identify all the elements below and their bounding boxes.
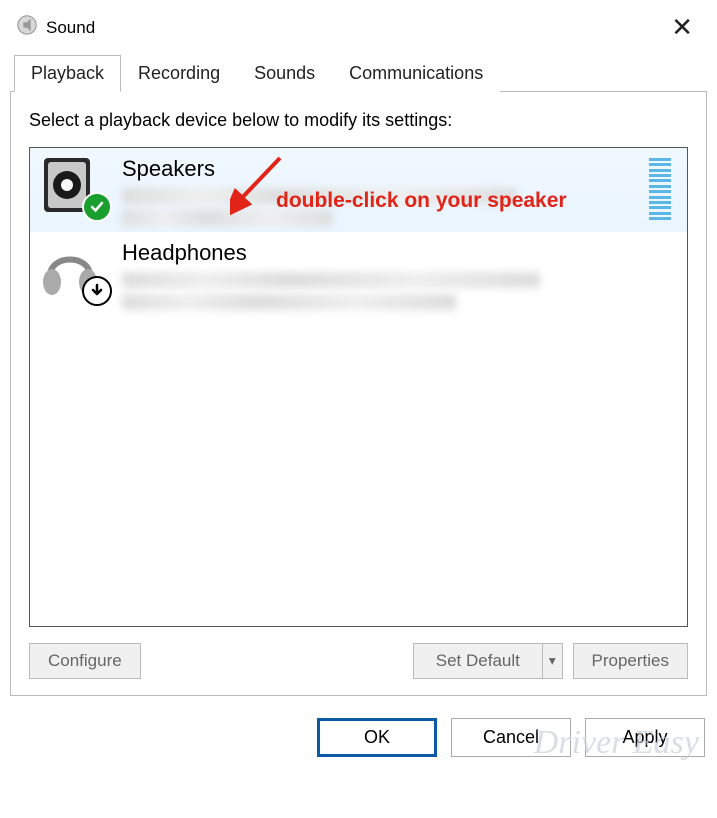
apply-button[interactable]: Apply (585, 718, 705, 757)
device-info: Speakers (110, 154, 649, 226)
default-check-badge (82, 192, 112, 222)
blurred-detail (122, 272, 540, 288)
download-badge (82, 276, 112, 306)
tab-sounds[interactable]: Sounds (237, 55, 332, 92)
close-button[interactable]: ✕ (663, 12, 701, 43)
dialog-button-row: OK Cancel Apply (8, 718, 709, 757)
titlebar-left: Sound (16, 14, 95, 41)
tab-playback[interactable]: Playback (14, 55, 121, 92)
configure-button[interactable]: Configure (29, 643, 141, 679)
blurred-detail (122, 188, 517, 204)
cancel-button[interactable]: Cancel (451, 718, 571, 757)
device-info: Headphones (110, 238, 679, 310)
properties-button[interactable]: Properties (573, 643, 688, 679)
set-default-dropdown[interactable]: ▾ (542, 643, 563, 679)
panel-button-row: Configure Set Default ▾ Properties (29, 643, 688, 679)
volume-meter (649, 158, 671, 220)
headphone-icon (38, 238, 110, 302)
ok-button[interactable]: OK (317, 718, 437, 757)
blurred-detail (122, 294, 456, 310)
device-item-speakers[interactable]: Speakers (30, 148, 687, 232)
sound-icon (16, 14, 38, 41)
chevron-down-icon: ▾ (549, 653, 556, 668)
set-default-split-button[interactable]: Set Default ▾ (413, 643, 563, 679)
speaker-icon (38, 154, 110, 218)
device-name-label: Headphones (122, 240, 679, 266)
tab-recording[interactable]: Recording (121, 55, 237, 92)
tab-communications[interactable]: Communications (332, 55, 500, 92)
set-default-button[interactable]: Set Default (413, 643, 543, 679)
blurred-detail (122, 210, 333, 226)
window-title: Sound (46, 18, 95, 38)
device-item-headphones[interactable]: Headphones (30, 232, 687, 316)
titlebar: Sound ✕ (8, 8, 709, 55)
device-list: Speakers (29, 147, 688, 627)
tab-strip: Playback Recording Sounds Communications (14, 55, 709, 91)
instruction-text: Select a playback device below to modify… (29, 110, 688, 131)
device-name-label: Speakers (122, 156, 649, 182)
tab-panel-playback: Select a playback device below to modify… (10, 91, 707, 696)
